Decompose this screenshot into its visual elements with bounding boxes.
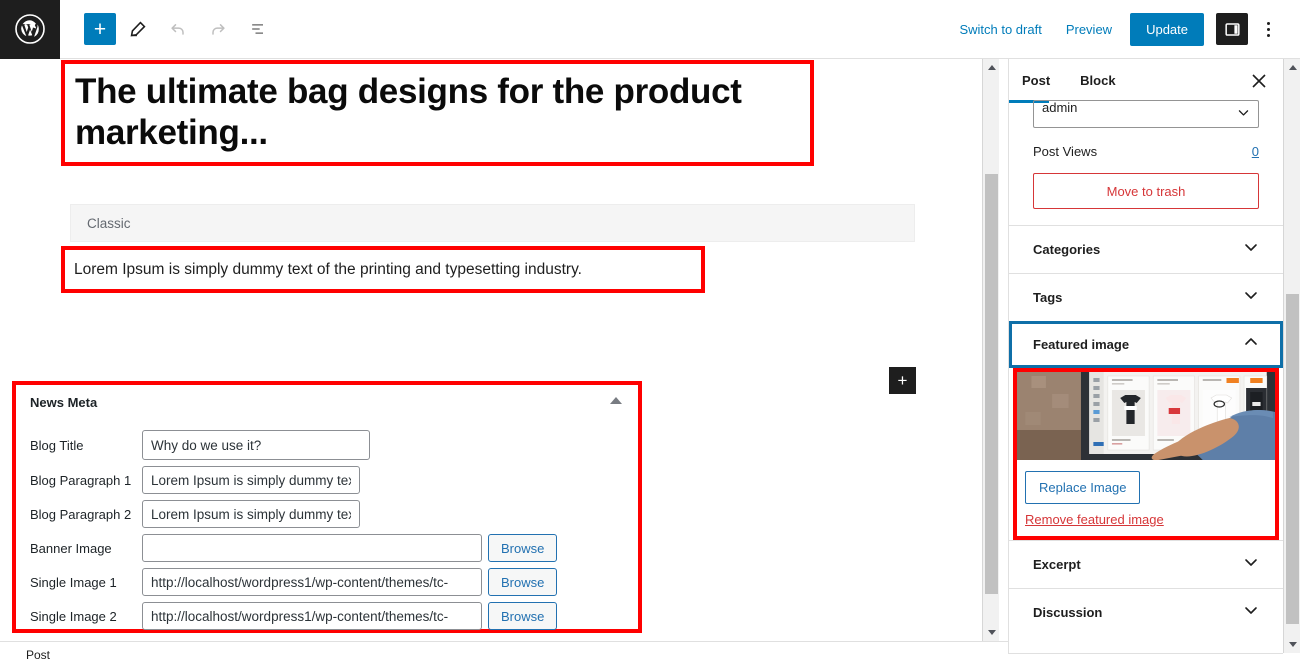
- remove-featured-image-link[interactable]: Remove featured image: [1025, 512, 1275, 527]
- sidebar-scrollbar-thumb[interactable]: [1286, 294, 1299, 624]
- close-icon[interactable]: [1249, 71, 1269, 91]
- page-title[interactable]: The ultimate bag designs for the product…: [65, 64, 810, 154]
- news-meta-metabox-annotation: News Meta Blog Title Blog Paragraph 1 Bl…: [12, 381, 642, 633]
- field-label: Single Image 2: [30, 608, 117, 624]
- panel-title: Tags: [1033, 290, 1063, 305]
- editor-scrollbar-thumb[interactable]: [985, 174, 998, 594]
- chevron-down-icon: [1243, 602, 1259, 623]
- panel-title: Excerpt: [1033, 557, 1081, 572]
- chevron-down-icon: [1243, 239, 1259, 260]
- chevron-up-icon: [1243, 334, 1259, 355]
- switch-to-draft-button[interactable]: Switch to draft: [947, 14, 1053, 45]
- blog-paragraph-1-input[interactable]: [142, 466, 360, 494]
- scroll-down-arrow-icon[interactable]: [1284, 636, 1300, 653]
- banner-image-browse-button[interactable]: Browse: [488, 534, 558, 562]
- news-meta-fields: Blog Title Blog Paragraph 1 Blog Paragra…: [16, 410, 638, 630]
- replace-image-button[interactable]: Replace Image: [1025, 471, 1141, 504]
- banner-image-input[interactable]: [142, 534, 482, 562]
- triangle-up-icon[interactable]: [610, 397, 622, 404]
- editor-toolbar: + Switch to draft Preview Update: [0, 0, 1300, 59]
- meta-field-row: Single Image 1 Browse: [30, 568, 638, 596]
- sidebar-panel-icon[interactable]: [1216, 13, 1248, 45]
- panel-excerpt: Excerpt: [1009, 540, 1283, 588]
- move-to-trash-button[interactable]: Move to trash: [1033, 173, 1259, 209]
- field-label: Blog Paragraph 1: [30, 472, 132, 488]
- panel-discussion: Discussion: [1009, 588, 1283, 636]
- kebab-menu-icon[interactable]: [1252, 11, 1284, 47]
- tab-block[interactable]: Block: [1080, 73, 1131, 88]
- panel-featured-image: Featured image: [1009, 321, 1283, 368]
- featured-image-thumbnail[interactable]: [1017, 372, 1275, 460]
- scroll-up-arrow-icon[interactable]: [1284, 59, 1300, 76]
- panel-featured-image-header[interactable]: Featured image: [1009, 321, 1283, 368]
- breadcrumb[interactable]: Post: [26, 648, 50, 662]
- scroll-down-arrow-icon[interactable]: [983, 624, 1000, 641]
- classic-block[interactable]: Classic: [70, 204, 915, 242]
- post-views-label: Post Views: [1033, 144, 1098, 159]
- panel-tags-header[interactable]: Tags: [1009, 274, 1283, 321]
- editor-breadcrumb-bar: Post: [0, 641, 1008, 668]
- scroll-up-arrow-icon[interactable]: [983, 59, 1000, 76]
- preview-button[interactable]: Preview: [1054, 14, 1124, 45]
- paragraph-annotation: Lorem Ipsum is simply dummy text of the …: [61, 246, 705, 293]
- field-label: Single Image 1: [30, 574, 117, 590]
- meta-field-row: Blog Title: [30, 430, 638, 460]
- post-views-row: Post Views 0: [1009, 128, 1283, 159]
- panel-discussion-header[interactable]: Discussion: [1009, 589, 1283, 636]
- pencil-icon[interactable]: [120, 11, 156, 47]
- tab-post[interactable]: Post: [1022, 73, 1066, 88]
- author-select[interactable]: admin: [1033, 100, 1259, 128]
- featured-image-annotation: Replace Image Remove featured image: [1013, 368, 1279, 540]
- blog-paragraph-2-input[interactable]: [142, 500, 360, 528]
- list-view-icon[interactable]: [240, 11, 276, 47]
- update-button[interactable]: Update: [1130, 12, 1204, 46]
- panel-title: Featured image: [1033, 337, 1130, 352]
- field-label: Blog Title: [30, 437, 84, 453]
- field-label: Blog Paragraph 2: [30, 506, 132, 522]
- single-image-1-browse-button[interactable]: Browse: [488, 568, 558, 596]
- single-image-1-input[interactable]: [142, 568, 482, 596]
- author-value: admin: [1042, 100, 1078, 115]
- panel-title: Discussion: [1033, 605, 1103, 620]
- redo-icon[interactable]: [200, 11, 236, 47]
- single-image-2-input[interactable]: [142, 602, 482, 630]
- blog-title-input[interactable]: [142, 430, 370, 460]
- block-inserter-button[interactable]: +: [84, 13, 116, 45]
- meta-field-row: Blog Paragraph 1: [30, 466, 638, 494]
- inline-block-inserter-button[interactable]: +: [889, 367, 916, 394]
- sidebar-tabs: Post Block: [1009, 59, 1283, 102]
- wordpress-logo-icon[interactable]: [0, 0, 60, 59]
- single-image-2-browse-button[interactable]: Browse: [488, 602, 558, 630]
- editor-scrollbar[interactable]: [982, 59, 999, 641]
- author-select-wrap: admin: [1009, 100, 1283, 128]
- field-label: Banner Image: [30, 540, 112, 556]
- panel-categories-header[interactable]: Categories: [1009, 226, 1283, 273]
- post-title-annotation: The ultimate bag designs for the product…: [61, 60, 814, 166]
- panel-title: Categories: [1033, 242, 1101, 257]
- sidebar-scrollbar[interactable]: [1283, 59, 1300, 653]
- meta-field-row: Blog Paragraph 2: [30, 500, 638, 528]
- chevron-down-icon: [1237, 106, 1250, 122]
- chevron-down-icon: [1243, 554, 1259, 575]
- sidebar-bottom-divider: [1008, 653, 1283, 654]
- panel-excerpt-header[interactable]: Excerpt: [1009, 541, 1283, 588]
- post-views-count[interactable]: 0: [1252, 144, 1259, 159]
- meta-field-row: Banner Image Browse: [30, 534, 638, 562]
- editor-canvas: The ultimate bag designs for the product…: [0, 59, 981, 641]
- chevron-down-icon: [1243, 287, 1259, 308]
- undo-icon[interactable]: [160, 11, 196, 47]
- post-settings-sidebar: Post Block admin Post Views 0 Move to tr…: [1008, 59, 1283, 653]
- meta-field-row: Single Image 2 Browse: [30, 602, 638, 630]
- classic-block-label: Classic: [87, 215, 131, 231]
- toolbar-right-group: Switch to draft Preview Update: [947, 11, 1300, 47]
- news-meta-title: News Meta: [30, 395, 98, 410]
- toolbar-left-group: +: [60, 11, 276, 47]
- panel-categories: Categories: [1009, 225, 1283, 273]
- paragraph-block[interactable]: Lorem Ipsum is simply dummy text of the …: [74, 261, 582, 279]
- panel-tags: Tags: [1009, 273, 1283, 321]
